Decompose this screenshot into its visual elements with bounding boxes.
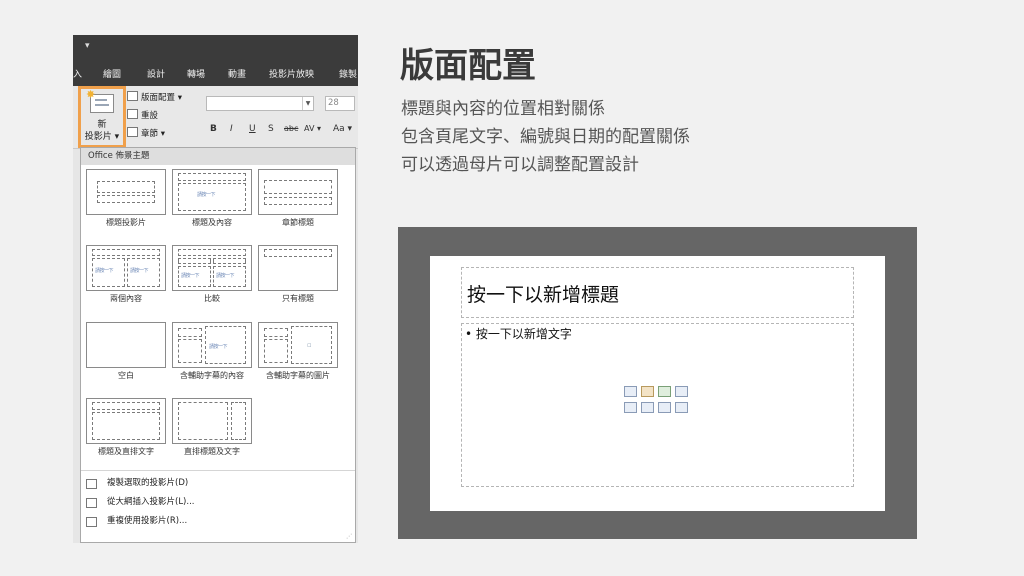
shadow-button[interactable]: S — [268, 124, 274, 134]
tab-record[interactable]: 錄製 — [339, 67, 357, 80]
divider — [81, 470, 355, 471]
reset-icon — [127, 109, 138, 119]
resize-grip-icon[interactable]: ⋰ — [346, 533, 352, 540]
ribbon-tabs: 入 繪圖 設計 轉場 動畫 投影片放映 錄製 — [73, 61, 358, 86]
placeholder-icons-mini: 請按一下 — [197, 192, 216, 198]
description-line: 標題與內容的位置相對關係 — [401, 99, 605, 119]
tab-draw[interactable]: 繪圖 — [103, 67, 121, 80]
slides-from-outline-item[interactable]: 從大綱插入投影片(L)... — [81, 493, 355, 511]
char-spacing-button[interactable]: AV ▾ — [304, 124, 321, 133]
layout-label: 含輔助字幕的圖片 — [266, 371, 330, 380]
tab-design[interactable]: 設計 — [147, 67, 165, 80]
table-icon[interactable] — [624, 386, 637, 397]
chart-icon[interactable] — [641, 386, 654, 397]
new-slide-button[interactable]: ✸ 新 投影片 ▾ — [78, 86, 126, 148]
content-placeholder-text: • 按一下以新增文字 — [465, 327, 572, 341]
duplicate-slides-item[interactable]: 複製選取的投影片(D) — [81, 474, 355, 492]
layout-label: 比較 — [204, 294, 220, 303]
layout-label: 標題及直排文字 — [98, 447, 154, 456]
customize-toolbar-icon[interactable]: ▾ — [85, 41, 90, 51]
font-size-input[interactable]: 28 — [325, 96, 355, 111]
layout-label: 含輔助字幕的內容 — [180, 371, 244, 380]
layout-label: 直排標題及文字 — [184, 447, 240, 456]
layout-label: 只有標題 — [282, 294, 314, 303]
title-placeholder[interactable]: 按一下以新增標題 — [461, 267, 854, 318]
tab-transitions[interactable]: 轉場 — [187, 67, 205, 80]
font-name-input[interactable]: ▼ — [206, 96, 314, 111]
layout-icon — [127, 91, 138, 101]
duplicate-icon — [86, 479, 97, 489]
layout-gallery: Office 佈景主題 標題投影片 請按一下 標題及內容 章節標題 請按一下 請… — [80, 147, 356, 543]
description-line: 包含頁尾文字、編號與日期的配置關係 — [401, 127, 690, 147]
tab-animations[interactable]: 動畫 — [228, 67, 246, 80]
section-icon — [127, 127, 138, 137]
page-title: 版面配置 — [400, 46, 536, 86]
smartart-icon[interactable] — [658, 386, 671, 397]
description-line: 可以透過母片可以調整配置設計 — [401, 155, 639, 175]
picture-icon[interactable] — [624, 402, 637, 413]
bold-button[interactable]: B — [210, 124, 217, 134]
video-icon[interactable] — [658, 402, 671, 413]
new-slide-icon: ✸ — [86, 88, 114, 113]
new-slide-label-2: 投影片 ▾ — [84, 132, 120, 142]
layout-label: 空白 — [118, 371, 134, 380]
3d-model-icon[interactable] — [675, 386, 688, 397]
gallery-header: Office 佈景主題 — [81, 148, 355, 165]
tab-insert[interactable]: 入 — [73, 67, 82, 80]
insert-content-icons — [624, 386, 692, 420]
icons-icon[interactable] — [675, 402, 688, 413]
ribbon-home: ✸ 新 投影片 ▾ 版面配置 ▾ 重設 章節 ▾ ▼ 28 B I U S ab… — [73, 86, 358, 149]
strikethrough-button[interactable]: abc — [284, 124, 298, 133]
reuse-icon — [86, 517, 97, 527]
reset-button[interactable]: 重設 — [127, 109, 158, 121]
online-picture-icon[interactable] — [641, 402, 654, 413]
layout-button[interactable]: 版面配置 ▾ — [127, 91, 182, 103]
layout-label: 標題及內容 — [192, 218, 232, 227]
title-placeholder-text: 按一下以新增標題 — [467, 284, 620, 306]
layout-label: 章節標題 — [282, 218, 314, 227]
outline-icon — [86, 498, 97, 508]
slide-canvas: 按一下以新增標題 • 按一下以新增文字 — [430, 256, 885, 511]
powerpoint-screenshot: ▾ 入 繪圖 設計 轉場 動畫 投影片放映 錄製 ✸ 新 投影片 ▾ 版面配置 … — [73, 35, 358, 543]
underline-button[interactable]: U — [249, 124, 256, 134]
italic-button[interactable]: I — [230, 124, 233, 134]
content-placeholder[interactable]: • 按一下以新增文字 — [461, 323, 854, 487]
picture-icon: ▫ — [307, 341, 312, 349]
new-slide-label: 新 — [97, 120, 107, 130]
reuse-slides-item[interactable]: 重複使用投影片(R)... — [81, 512, 355, 530]
layout-label: 兩個內容 — [110, 294, 142, 303]
layout-label: 標題投影片 — [106, 218, 146, 227]
quick-access-toolbar: ▾ — [73, 35, 358, 61]
section-button[interactable]: 章節 ▾ — [127, 127, 165, 139]
slide-preview-frame: 按一下以新增標題 • 按一下以新增文字 — [398, 227, 917, 539]
change-case-button[interactable]: Aa ▾ — [333, 124, 352, 134]
chevron-down-icon[interactable]: ▼ — [302, 97, 313, 110]
tab-slideshow[interactable]: 投影片放映 — [269, 67, 314, 80]
